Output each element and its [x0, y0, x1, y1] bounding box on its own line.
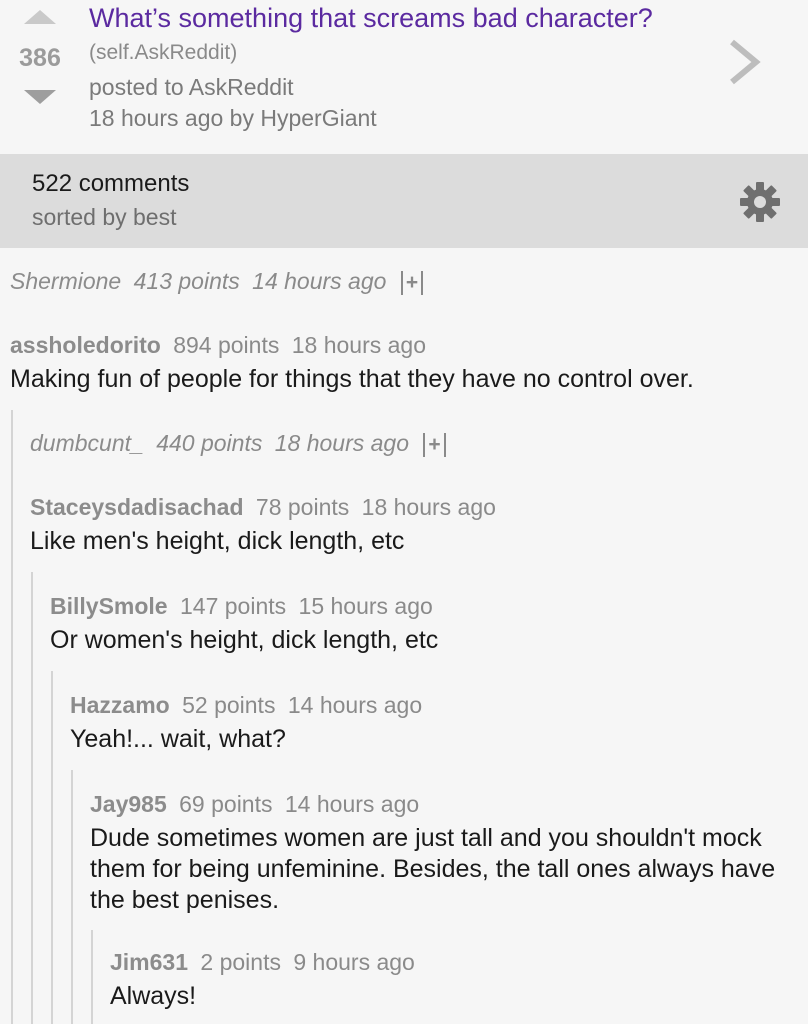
comment-points: 440 points [156, 430, 263, 456]
comment-points: 894 points [173, 332, 280, 358]
comment-meta: BillySmole 147 points 15 hours ago [50, 591, 800, 621]
thread-line[interactable] [51, 671, 53, 1024]
comment[interactable]: dumbcunt_ 440 points 18 hours ago + [30, 428, 446, 458]
thread-line[interactable] [31, 572, 33, 1024]
gear-icon[interactable] [738, 180, 782, 224]
post-title[interactable]: What’s something that screams bad charac… [89, 3, 653, 33]
comment-meta: Jay985 69 points 14 hours ago [90, 789, 798, 819]
post-score: 386 [19, 44, 61, 72]
comment-body: Making fun of people for things that the… [10, 365, 694, 393]
comment-author[interactable]: Jim631 [110, 949, 188, 975]
sort-label[interactable]: sorted by best [32, 204, 176, 231]
post-domain: (self.AskReddit) [89, 41, 238, 64]
comment-author[interactable]: Staceysdadisachad [30, 494, 244, 520]
comment[interactable]: Hazzamo 52 points 14 hours ago Yeah!... … [70, 690, 800, 755]
comment-time: 14 hours ago [284, 791, 420, 817]
comment-meta: assholedorito 894 points 18 hours ago [10, 330, 800, 360]
comment-time: 14 hours ago [287, 692, 423, 718]
post-meta: posted to AskReddit 18 hours ago by Hype… [89, 72, 377, 134]
chevron-right-icon[interactable] [722, 36, 774, 88]
comment-points: 52 points [182, 692, 276, 718]
comment[interactable]: Jay985 69 points 14 hours ago Dude somet… [90, 789, 798, 916]
comment-author[interactable]: Shermione [10, 268, 121, 294]
downvote-icon[interactable] [24, 90, 56, 104]
comment-meta: Shermione 413 points 14 hours ago + [10, 266, 424, 296]
comment-meta: Staceysdadisachad 78 points 18 hours ago [30, 492, 800, 522]
comment-meta: dumbcunt_ 440 points 18 hours ago + [30, 428, 446, 458]
comment-time: 15 hours ago [298, 593, 433, 619]
comment-body: Or women's height, dick length, etc [50, 626, 439, 654]
comment-author[interactable]: assholedorito [10, 332, 161, 358]
comment-meta: Jim631 2 points 9 hours ago [110, 947, 800, 977]
comment[interactable]: assholedorito 894 points 18 hours ago Ma… [10, 330, 800, 395]
expand-button[interactable]: + [423, 433, 446, 457]
comment[interactable]: Staceysdadisachad 78 points 18 hours ago… [30, 492, 800, 557]
comment-meta: Hazzamo 52 points 14 hours ago [70, 690, 800, 720]
comment-time: 14 hours ago [252, 268, 387, 294]
thread-line[interactable] [91, 930, 93, 1024]
comment-points: 69 points [179, 791, 273, 817]
comment-body: Yeah!... wait, what? [70, 725, 286, 753]
comment-points: 413 points [133, 268, 240, 294]
comment-time: 9 hours ago [293, 949, 415, 975]
comment-count: 522 comments [32, 170, 190, 197]
expand-button[interactable]: + [400, 271, 424, 295]
comment-time: 18 hours ago [274, 430, 410, 456]
comment[interactable]: Shermione 413 points 14 hours ago + [10, 266, 424, 296]
comment-points: 2 points [200, 949, 281, 975]
thread-line[interactable] [71, 770, 73, 1024]
comment-points: 78 points [255, 494, 350, 520]
comment-body: Always! [110, 982, 197, 1010]
comment[interactable]: Jim631 2 points 9 hours ago Always! [110, 947, 800, 1012]
post-title-block[interactable]: What’s something that screams bad charac… [89, 2, 709, 69]
thread-line[interactable] [11, 410, 13, 1024]
post-subreddit: posted to AskReddit [89, 74, 294, 100]
comment-author[interactable]: Hazzamo [70, 692, 170, 718]
comment-body: Like men's height, dick length, etc [30, 527, 405, 555]
comment-points: 147 points [180, 593, 287, 619]
comment-body: Dude sometimes women are just tall and y… [90, 824, 776, 914]
comment[interactable]: BillySmole 147 points 15 hours ago Or wo… [50, 591, 800, 656]
post-header: 386 What’s something that screams bad ch… [0, 0, 808, 154]
post-byline: 18 hours ago by HyperGiant [89, 105, 377, 131]
comment-time: 18 hours ago [361, 494, 496, 520]
comment-author[interactable]: Jay985 [90, 791, 167, 817]
comment-author[interactable]: BillySmole [50, 593, 168, 619]
upvote-icon[interactable] [24, 10, 56, 24]
comment-time: 18 hours ago [291, 332, 427, 358]
comment-author[interactable]: dumbcunt_ [30, 430, 144, 456]
comments-bar: 522 comments sorted by best [0, 154, 808, 248]
